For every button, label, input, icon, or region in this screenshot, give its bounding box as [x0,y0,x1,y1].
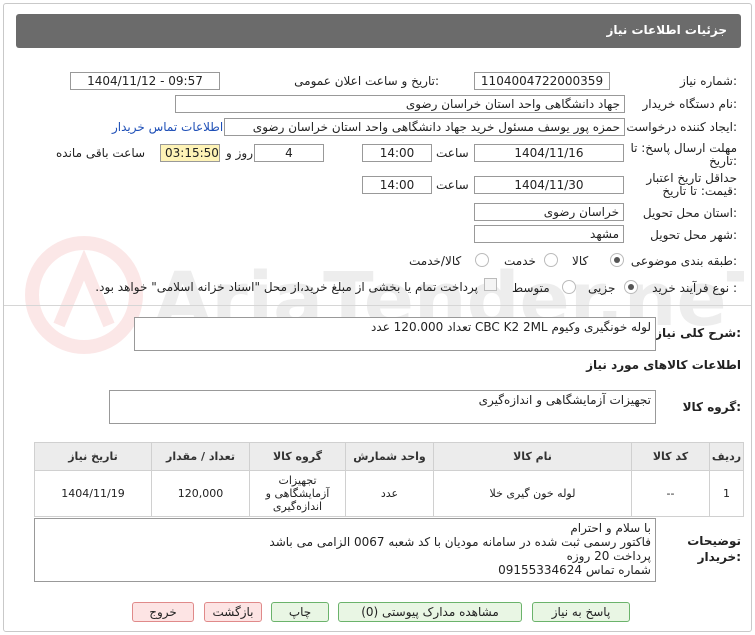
buyer-notes-label-line1: توضیحات [687,534,741,548]
col-unit-header: واحد شمارش [345,442,434,471]
deadline-date-field[interactable]: 1404/11/16 [474,144,624,162]
validity-time-field[interactable]: 14:00 [362,176,432,194]
col-group-header: گروه کالا [249,442,346,471]
buyer-contact-link[interactable]: اطلاعات تماس خریدار [112,120,223,134]
validity-label-line1: حداقل تاریخ اعتبار [646,171,737,185]
process-minor-label: جزیی [588,281,616,295]
page-title: جزئیات اطلاعات نیاز [606,23,727,37]
goods-group-field[interactable]: تجهیزات آزمایشگاهی و اندازه‌گیری [109,390,656,424]
goods-group-text: تجهیزات آزمایشگاهی و اندازه‌گیری [478,393,651,407]
announce-label: تاریخ و ساعت اعلان عمومی: [294,74,439,88]
deadline-label-line2: تاریخ: [709,154,737,168]
category-goods-label: کالا [572,254,589,268]
province-field[interactable]: خراسان رضوی [474,203,624,221]
buyer-label: نام دستگاه خریدار: [642,97,738,111]
table-row[interactable]: 1 -- لوله خون گیری خلا عدد تجهیزات آزمای… [34,470,744,517]
category-goods-service-radio[interactable] [475,253,489,267]
col-code-header: کد کالا [631,442,710,471]
col-date-header: تاریخ نیاز [34,442,152,471]
cell-qty: 120,000 [151,470,250,517]
buyer-notes-line: با سلام و احترام [570,521,651,535]
col-row-header: ردیف [709,442,744,471]
remaining-time-field[interactable]: 03:15:50 [160,144,220,162]
buyer-field[interactable]: جهاد دانشگاهی واحد استان خراسان رضوی [175,95,625,113]
remaining-label: ساعت باقی مانده [56,146,146,160]
validity-date-field[interactable]: 1404/11/30 [474,176,624,194]
creator-label: ایجاد کننده درخواست: [626,120,737,134]
days-label: روز و [226,146,253,160]
validity-label-line2: قیمت: تا تاریخ: [662,184,737,198]
cell-date: 1404/11/19 [34,470,152,517]
announce-field[interactable]: 1404/11/12 - 09:57 [70,72,220,90]
col-name-header: نام کالا [433,442,632,471]
category-service-radio[interactable] [544,253,558,267]
col-qty-header: تعداد / مقدار [151,442,250,471]
buyer-notes-line: فاکتور رسمی ثبت شده در سامانه مودیان با … [269,535,651,549]
process-medium-label: متوسط [512,281,550,295]
validity-time-label: ساعت [436,178,469,192]
need-details-panel: AriaTender.neT جزئیات اطلاعات نیاز شماره… [3,3,752,632]
creator-field[interactable]: حمزه پور یوسف مسئول خرید جهاد دانشگاهی و… [224,118,625,136]
title-bar: جزئیات اطلاعات نیاز [16,14,741,48]
buyer-notes-field[interactable]: با سلام و احترام فاکتور رسمی ثبت شده در … [34,518,656,582]
category-goods-service-label: کالا/خدمت [409,254,462,268]
print-button[interactable]: چاپ [271,602,329,622]
process-medium-radio[interactable] [562,280,576,294]
need-number-field[interactable]: 1104004722000359 [474,72,610,90]
category-label: طبقه بندی موضوعی: [630,254,737,268]
deadline-label-line1: مهلت ارسال پاسخ: تا [630,141,737,155]
goods-table-header-row: ردیف کد کالا نام کالا واحد شمارش گروه کا… [34,442,744,471]
summary-field[interactable]: لوله خونگیری وکیوم CBC K2 2ML تعداد 120.… [134,317,656,351]
deadline-time-field[interactable]: 14:00 [362,144,432,162]
attachments-button[interactable]: مشاهده مدارک پیوستی (0) [338,602,522,622]
days-field[interactable]: 4 [254,144,324,162]
summary-label: شرح کلی نیاز: [655,326,741,340]
buyer-notes-line: پرداخت 20 روزه [566,549,651,563]
process-minor-radio[interactable] [624,280,638,294]
cell-code: -- [631,470,710,517]
city-field[interactable]: مشهد [474,225,624,243]
treasury-payment-checkbox[interactable] [484,278,497,291]
goods-group-label: گروه کالا: [682,400,741,414]
reply-button[interactable]: پاسخ به نیاز [532,602,630,622]
goods-info-title: اطلاعات کالاهای مورد نیاز [586,358,741,372]
category-service-label: خدمت [504,254,536,268]
need-number-label: شماره نیاز: [679,74,737,88]
goods-table: ردیف کد کالا نام کالا واحد شمارش گروه کا… [34,442,744,517]
cell-name: لوله خون گیری خلا [433,470,632,517]
buyer-notes-line: شماره تماس 09155334624 [498,563,651,577]
treasury-payment-note: پرداخت تمام یا بخشی از مبلغ خرید،از محل … [95,280,478,294]
cell-group: تجهیزات آزمایشگاهی و اندازه‌گیری [249,470,346,517]
category-goods-radio[interactable] [610,253,624,267]
cell-row: 1 [709,470,744,517]
city-label: شهر محل تحویل: [650,228,737,242]
summary-text: لوله خونگیری وکیوم CBC K2 2ML تعداد 120.… [371,320,651,334]
section-divider [4,305,751,306]
cell-unit: عدد [345,470,434,517]
process-label: نوع فرآیند خرید : [652,281,737,295]
province-label: استان محل تحویل: [642,206,737,220]
back-button[interactable]: بازگشت [204,602,262,622]
deadline-time-label: ساعت [436,146,469,160]
exit-button[interactable]: خروج [132,602,194,622]
buyer-notes-label-line2: خریدار: [697,550,741,564]
